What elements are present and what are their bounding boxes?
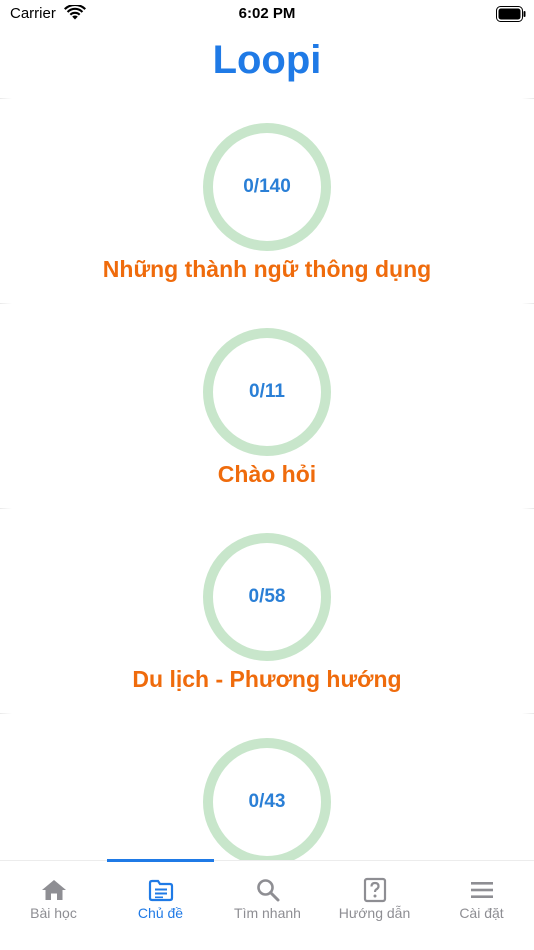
tab-topics[interactable]: Chủ đề [107, 861, 214, 950]
tab-label: Cài đặt [459, 905, 504, 921]
battery-icon [496, 6, 526, 22]
tab-settings[interactable]: Cài đặt [428, 861, 534, 950]
menu-icon [471, 882, 493, 898]
topic-item[interactable]: 0/11 Chào hỏi [0, 303, 534, 508]
tab-bar: Bài học Chủ đề Tìm nhanh Hướng dẫn Cài đ… [0, 859, 534, 950]
app-title: Loopi [212, 38, 322, 82]
status-bar: Carrier 6:02 PM [0, 0, 534, 30]
topic-name: Những thành ngữ thông dụng [102, 256, 432, 282]
progress-count: 0/58 [248, 586, 286, 607]
separator [0, 303, 534, 304]
progress-ring: 0/43 [203, 738, 331, 860]
topic-item[interactable]: 0/140 Những thành ngữ thông dụng [0, 98, 534, 303]
tab-label: Chủ đề [137, 905, 184, 921]
progress-ring: 0/140 [203, 123, 331, 251]
clock: 6:02 PM [238, 5, 296, 22]
progress-count: 0/43 [248, 791, 286, 812]
home-icon [42, 880, 66, 900]
tab-quick-search[interactable]: Tìm nhanh [214, 861, 321, 950]
separator [0, 713, 534, 714]
progress-count: 0/140 [243, 176, 291, 197]
progress-ring: 0/58 [203, 533, 331, 661]
tab-guide[interactable]: Hướng dẫn [321, 861, 428, 950]
tab-lessons[interactable]: Bài học [0, 861, 107, 950]
topic-name: Du lịch - Phương hướng [132, 666, 402, 692]
search-icon [257, 879, 280, 902]
progress-count: 0/11 [249, 381, 285, 402]
tab-label: Bài học [30, 905, 77, 921]
topic-item[interactable]: 0/43 [0, 713, 534, 860]
progress-ring: 0/11 [203, 328, 331, 456]
separator [0, 98, 534, 99]
topic-icon [148, 879, 174, 902]
separator [0, 508, 534, 509]
topic-item[interactable]: 0/58 Du lịch - Phương hướng [0, 508, 534, 713]
topic-name: Chào hỏi [217, 461, 317, 487]
topic-list[interactable]: 0/140 Những thành ngữ thông dụng 0/11 Ch… [0, 98, 534, 860]
tab-label: Hướng dẫn [338, 905, 411, 921]
help-icon [363, 877, 387, 903]
tab-label: Tìm nhanh [234, 905, 301, 921]
